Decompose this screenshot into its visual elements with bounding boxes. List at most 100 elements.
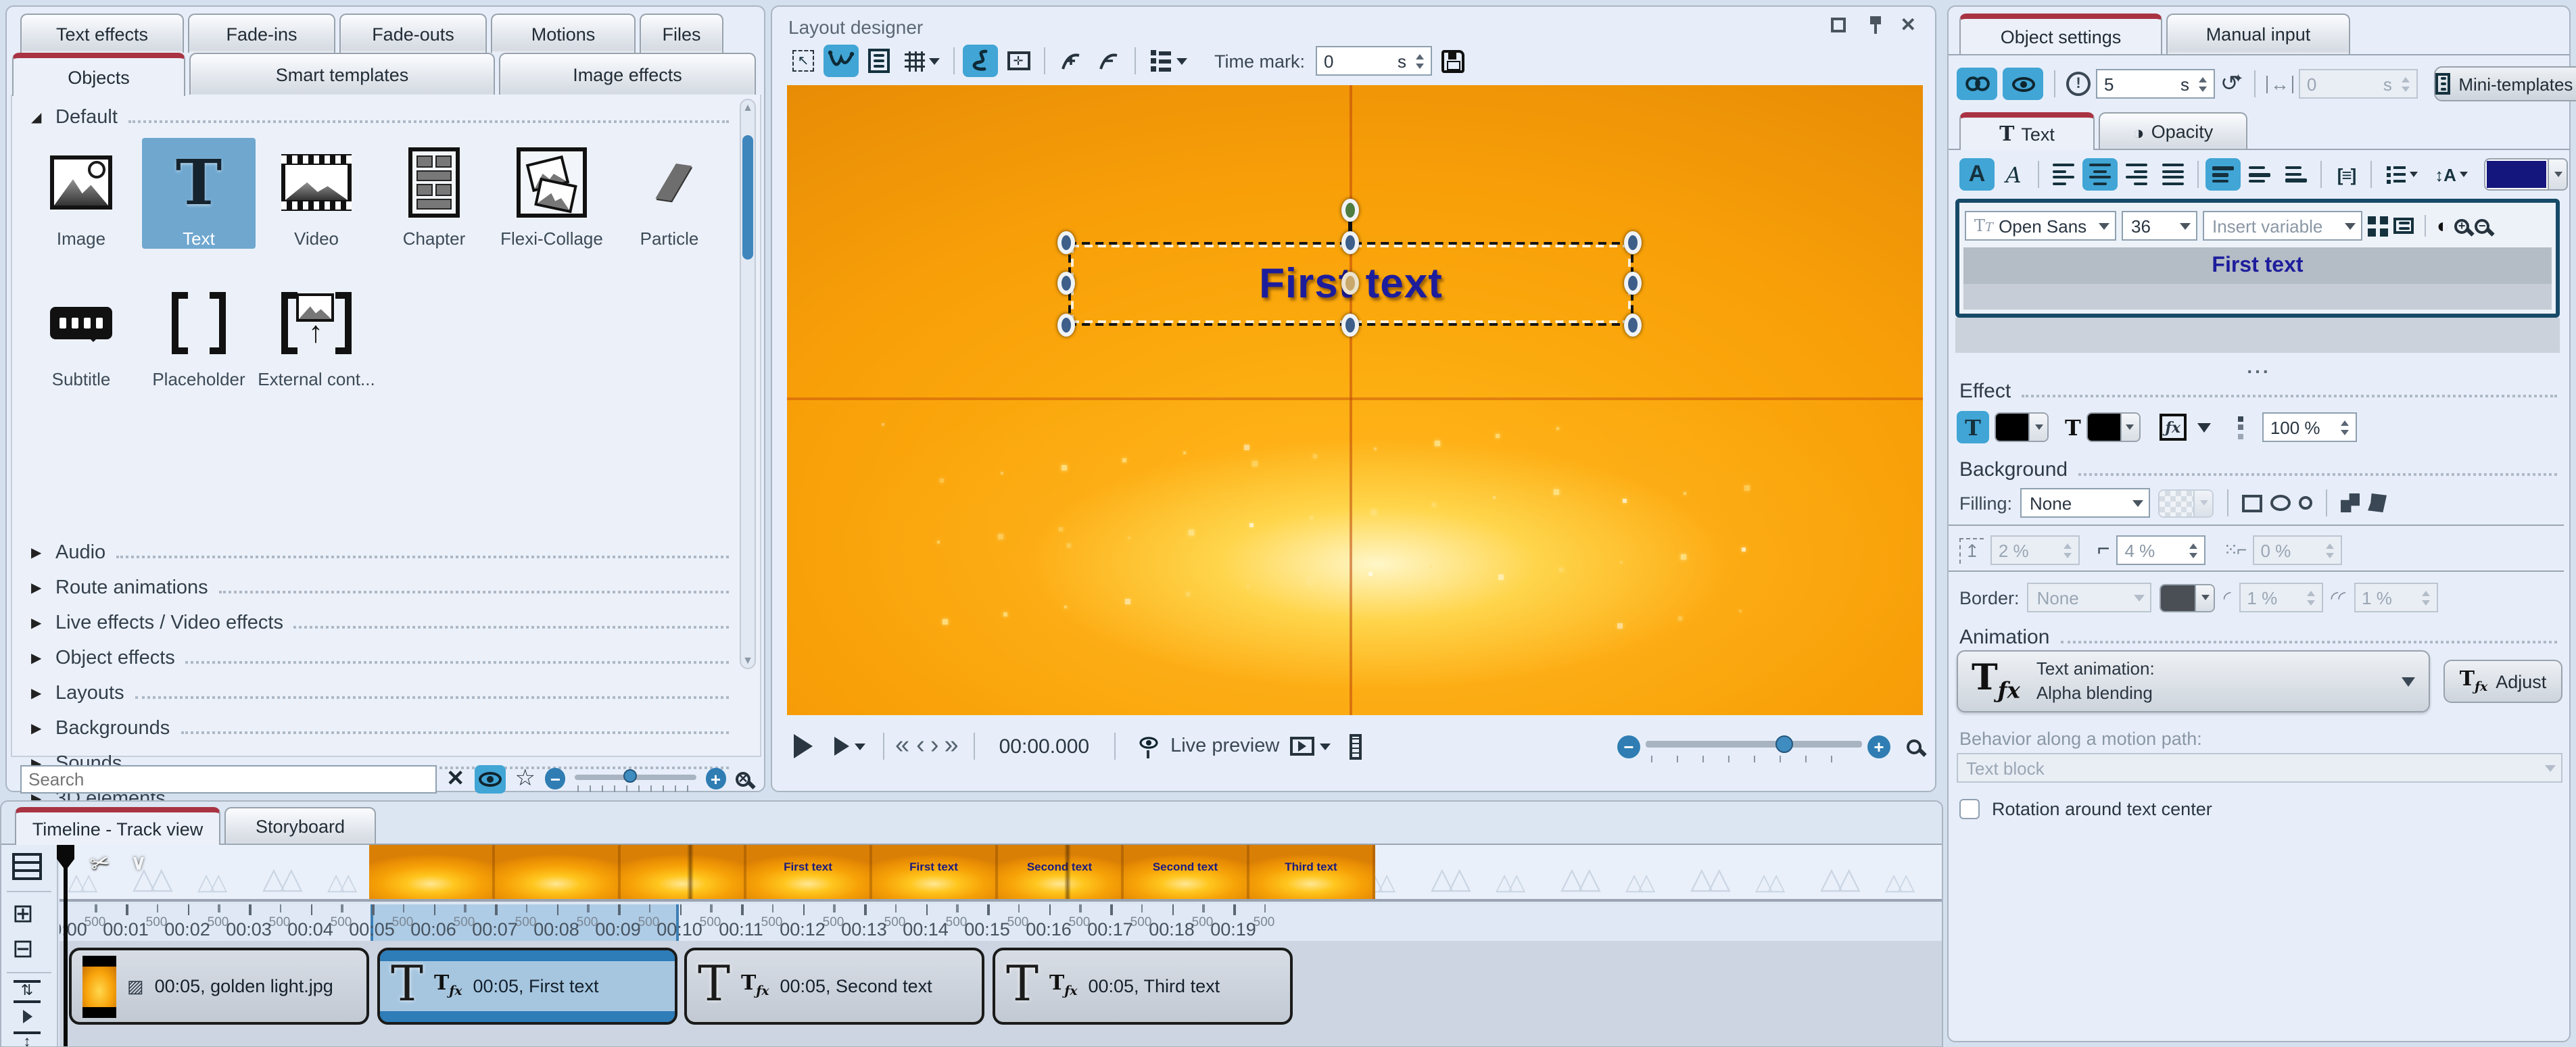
tab-image-effects[interactable]: Image effects <box>499 53 756 96</box>
timeline-thumbnail[interactable] <box>495 845 621 899</box>
motion-path-curve-button[interactable] <box>824 45 859 77</box>
zoom-out-button[interactable]: − <box>545 768 566 789</box>
maximize-icon[interactable] <box>1831 18 1846 32</box>
tab-fade-outs[interactable]: Fade-outs <box>339 14 487 53</box>
border-select[interactable]: None <box>2028 583 2152 612</box>
object-tile-chapter[interactable]: Chapter <box>377 138 491 249</box>
border-width-input[interactable]: 1 % <box>2239 583 2322 612</box>
timeline-thumbnail[interactable]: Second text <box>1124 845 1249 899</box>
skip-end-icon[interactable]: » <box>944 731 954 761</box>
timeline-thumbnail[interactable]: First text <box>872 845 998 899</box>
timeline-item-1[interactable]: ▨00:05, golden light.jpg <box>69 948 369 1025</box>
tab-fade-ins[interactable]: Fade-ins <box>188 14 335 53</box>
adjust-button[interactable]: Tƒx Adjust <box>2443 660 2562 703</box>
object-tile-particle[interactable]: ///Particle <box>613 138 726 249</box>
tab-manual-input[interactable]: Manual input <box>2166 14 2350 54</box>
preview-canvas[interactable]: First text <box>787 85 1923 715</box>
track-manager-icon[interactable] <box>12 853 42 880</box>
handle-bottom-right[interactable] <box>1624 314 1642 337</box>
section-object-effects[interactable]: ▶Object effects <box>12 641 742 676</box>
track-area[interactable]: ▨00:05, golden light.jpgTTƒx00:05, First… <box>59 941 1942 1046</box>
contrast-icon[interactable]: ◐ <box>2437 214 2449 237</box>
shape-circle-icon[interactable] <box>2299 496 2312 510</box>
corner-input[interactable]: 4 % <box>2117 535 2206 565</box>
font-color-dropdown[interactable] <box>2548 160 2567 189</box>
effect-opacity-input[interactable]: 100 % <box>2262 412 2357 442</box>
justify-button[interactable] <box>2155 158 2191 191</box>
bold-button[interactable]: A <box>1959 158 1995 191</box>
editor-zoom-in-icon[interactable]: + <box>2454 218 2469 233</box>
timeline-item-2[interactable]: TTƒx00:05, First text <box>377 948 677 1025</box>
valign-middle-button[interactable] <box>2242 158 2277 191</box>
object-tile-video[interactable]: Video <box>260 138 373 249</box>
tab-timeline-track-view[interactable]: Timeline - Track view <box>15 807 220 845</box>
timeline-thumbnail[interactable] <box>621 845 746 899</box>
layers-button[interactable] <box>861 45 897 77</box>
shape-ellipse-icon[interactable] <box>2270 495 2291 511</box>
align-center-button[interactable] <box>2082 158 2118 191</box>
text-editor[interactable]: TT Open Sans 36 Insert variable ◐ + − Fi… <box>1955 199 2560 318</box>
timeline-thumbnail[interactable]: Third text <box>1249 845 1375 899</box>
handle-mid-left[interactable] <box>1057 272 1075 295</box>
behavior-select[interactable]: Text block <box>1957 753 2562 783</box>
offset-input[interactable]: 0 s <box>2299 69 2418 99</box>
editor-text-line[interactable]: First text <box>1963 247 2552 284</box>
object-tile-flexi-collage[interactable]: Flexi-Collage <box>495 138 609 249</box>
section-live-effects-video-effects[interactable]: ▶Live effects / Video effects <box>12 606 742 641</box>
link-duration-button[interactable] <box>1957 68 1997 100</box>
shape-rect-icon[interactable] <box>2242 494 2262 512</box>
grid-button[interactable] <box>899 45 945 77</box>
shape-polygon2-icon[interactable] <box>2368 493 2387 512</box>
object-list-button[interactable] <box>1144 45 1193 77</box>
editor-empty-area[interactable] <box>1963 284 2552 310</box>
move-handle[interactable] <box>1341 272 1359 295</box>
handle-top-center[interactable] <box>1341 231 1359 254</box>
preview-monitor-icon[interactable] <box>1290 737 1314 756</box>
tab-motions[interactable]: Motions <box>491 14 636 53</box>
font-family-select[interactable]: TT Open Sans <box>1965 211 2116 241</box>
canvas-zoom-in-button[interactable]: + <box>1867 735 1890 758</box>
list-style-button[interactable] <box>2379 158 2425 191</box>
timeline-item-3[interactable]: TTƒx00:05, Second text <box>684 948 984 1025</box>
handle-mid-right[interactable] <box>1624 272 1642 295</box>
section-layouts[interactable]: ▶Layouts <box>12 676 742 711</box>
timeline-thumbnail[interactable]: First text <box>746 845 872 899</box>
duration-input[interactable]: 5 s <box>2096 69 2215 99</box>
object-tile-external-cont-[interactable]: ↑External cont... <box>260 278 373 389</box>
scrollbar-thumb[interactable] <box>742 135 753 260</box>
align-right-button[interactable] <box>2119 158 2154 191</box>
play-from-marker-button[interactable] <box>826 730 872 762</box>
reset-zoom-icon[interactable]: ✕ <box>736 771 750 786</box>
rotation-checkbox[interactable] <box>1959 799 1980 819</box>
border-color-picker[interactable] <box>2160 583 2216 612</box>
section-default[interactable]: ◢ Default <box>12 100 742 135</box>
remove-track-icon[interactable]: ⊟ <box>12 934 34 965</box>
slider-thumb[interactable] <box>624 769 638 783</box>
insert-variable-select[interactable]: Insert variable <box>2203 211 2362 241</box>
shape-polygon1-icon[interactable] <box>2341 493 2360 512</box>
object-tile-text[interactable]: TText <box>142 138 256 249</box>
handle-top-right[interactable] <box>1624 231 1642 254</box>
select-tool-button[interactable]: ↖ <box>786 45 821 77</box>
italic-button[interactable]: A <box>1996 158 2031 191</box>
objects-scrollbar[interactable]: ▲ ▼ <box>740 99 756 669</box>
favorites-star-icon[interactable]: ☆ <box>515 765 536 792</box>
canvas-zoom-icon[interactable] <box>1907 739 1922 754</box>
thumbnail-size-slider[interactable] <box>575 768 696 789</box>
smart-duration-icon[interactable]: ↺✦ <box>2220 70 2243 97</box>
time-mark-spinner[interactable] <box>1412 47 1428 74</box>
play-button[interactable] <box>786 730 821 762</box>
snap-marker-icon[interactable]: ∨ <box>131 850 146 875</box>
visibility-filter-button[interactable] <box>474 764 505 793</box>
filling-select[interactable]: None <box>2020 488 2150 518</box>
tab-files[interactable]: Files <box>640 14 723 53</box>
rotate-handle[interactable] <box>1341 199 1359 222</box>
remove-path-point-button[interactable] <box>1091 45 1126 77</box>
close-icon[interactable]: ✕ <box>1901 14 1916 36</box>
align-left-button[interactable] <box>2046 158 2081 191</box>
handle-bottom-left[interactable] <box>1057 314 1075 337</box>
expand-tracks-icon[interactable]: ↕ <box>14 1031 41 1047</box>
tab-storyboard[interactable]: Storyboard <box>224 807 376 845</box>
valign-bottom-button[interactable] <box>2279 158 2314 191</box>
fx-icon[interactable]: ƒx <box>2160 414 2187 441</box>
